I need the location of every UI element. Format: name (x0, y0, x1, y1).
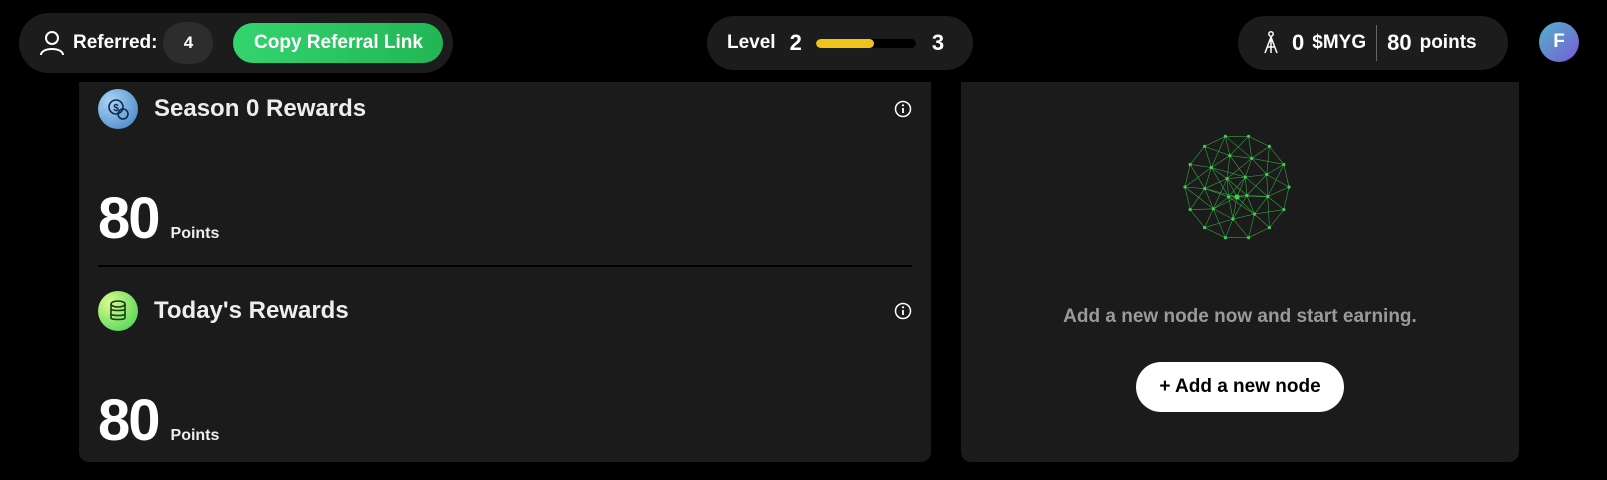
globe-node-dot (1234, 194, 1240, 200)
globe-node-dot (1183, 185, 1187, 189)
today-rewards-title: Today's Rewards (154, 297, 349, 324)
network-globe-icon (1183, 134, 1291, 240)
globe-node-dot (1228, 153, 1232, 158)
add-node-button[interactable]: + Add a new node (1136, 362, 1344, 412)
globe-node-dot (1282, 162, 1286, 167)
globe-node-dot (1265, 172, 1269, 177)
globe-node-dot (1243, 175, 1247, 179)
globe-node-dot (1202, 226, 1207, 230)
level-label: Level (727, 32, 776, 53)
globe-node-dot (1287, 185, 1291, 189)
globe-node-dot (1266, 194, 1270, 199)
myg-token-icon (1264, 31, 1278, 54)
node-card: Add a new node now and start earning. + … (961, 82, 1519, 462)
globe-node-dot (1245, 193, 1249, 197)
today-points-unit: Points (170, 427, 220, 444)
token-balance: 0 (1292, 30, 1305, 55)
level-pill: Level 2 3 (707, 16, 973, 70)
globe-node-dot (1188, 207, 1192, 212)
referral-pill: Referred: 4 Copy Referral Link (19, 13, 453, 73)
globe-node-dot (1225, 177, 1229, 181)
season-rewards-section: $ Season 0 Rewards 80 Points (98, 89, 912, 259)
globe-node-dot (1209, 165, 1213, 170)
globe-node-dot (1223, 236, 1228, 240)
coin-bag-icon: $ (98, 89, 138, 129)
globe-node-dot (1188, 162, 1192, 167)
avatar[interactable]: F (1539, 22, 1579, 62)
globe-node-dot (1246, 236, 1251, 240)
coin-stack-icon (98, 291, 138, 331)
globe-node-dot (1267, 226, 1272, 230)
token-unit: $MYG (1312, 32, 1367, 53)
points-unit: points (1419, 32, 1477, 53)
rewards-card: $ Season 0 Rewards 80 Points Today's Rew… (79, 82, 931, 462)
info-icon[interactable] (894, 302, 912, 320)
globe-node-dot (1223, 134, 1228, 138)
points-balance: 80 (1387, 30, 1412, 55)
today-points-value: 80 (98, 388, 160, 453)
current-level: 2 (789, 30, 802, 55)
section-divider (98, 265, 912, 267)
globe-node-dot (1267, 144, 1272, 148)
referred-count: 4 (163, 22, 214, 64)
balance-divider (1376, 25, 1378, 61)
globe-node-dot (1231, 217, 1235, 221)
referred-label: Referred: (73, 32, 158, 53)
globe-node-dot (1246, 134, 1251, 138)
globe-node-dot (1250, 156, 1254, 160)
node-empty-message: Add a new node now and start earning. (1063, 306, 1417, 327)
globe-node-dot (1282, 207, 1286, 212)
today-rewards-section: Today's Rewards 80 Points (98, 291, 912, 461)
season-points-value: 80 (98, 186, 160, 251)
level-progress-bar (815, 38, 916, 48)
globe-node-dot (1211, 207, 1215, 211)
info-icon[interactable] (894, 100, 912, 118)
season-rewards-title: Season 0 Rewards (154, 95, 367, 122)
globe-node-dot (1202, 144, 1207, 148)
globe-node-dot (1203, 186, 1207, 191)
balance-pill: 0 $MYG 80 points (1238, 16, 1508, 70)
copy-referral-link-button[interactable]: Copy Referral Link (233, 23, 444, 63)
globe-node-dot (1227, 195, 1231, 199)
user-icon (40, 31, 64, 56)
season-points-unit: Points (170, 225, 220, 242)
next-level: 3 (931, 30, 945, 55)
globe-node-dot (1252, 212, 1257, 216)
level-progress-fill (815, 38, 874, 48)
